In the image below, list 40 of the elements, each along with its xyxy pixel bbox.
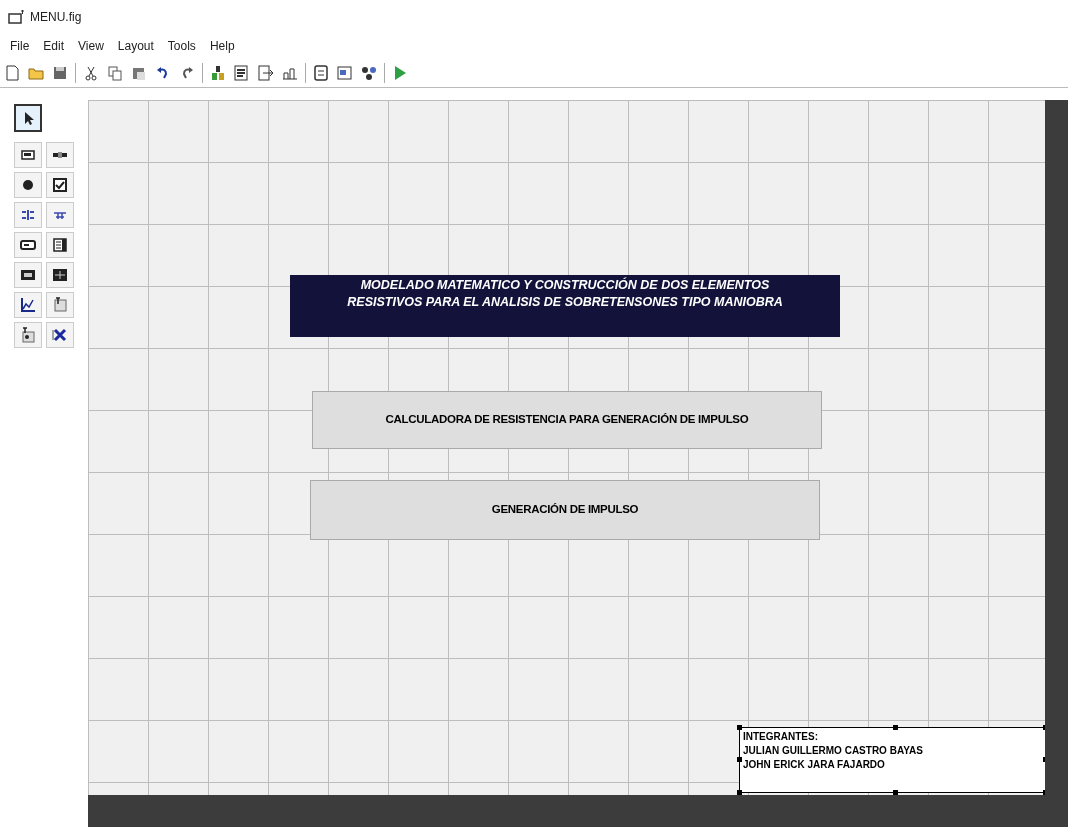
axes-icon [19,296,37,314]
text-label-box[interactable]: INTEGRANTES: JULIAN GUILLERMO CASTRO BAYAS JOHN ERICK JARA FAJARDO [740,728,1045,792]
copy-icon[interactable] [106,63,124,82]
tab-order-icon[interactable] [257,63,275,82]
text-line: JOHN ERICK JARA FAJARDO [743,758,885,772]
push-button[interactable]: GENERACIÓN DE IMPULSO [310,480,820,540]
resize-handle[interactable] [737,725,742,730]
menu-item[interactable]: File [10,37,30,55]
figure-file-icon [8,10,26,24]
menu-editor-icon[interactable] [233,63,251,82]
window-title: MENU.fig [30,9,82,26]
panel-icon [51,296,69,314]
checkbox-icon [51,176,69,194]
menu-item[interactable]: View [78,37,104,55]
button-group-icon [19,326,37,344]
palette-tool-button[interactable] [14,104,42,132]
editor-icon[interactable] [312,63,330,82]
text-line: MODELADO MATEMATICO Y CONSTRUCCIÓN DE DOS ELEMENTOS [360,277,770,294]
text-line: RESISTIVOS PARA EL ANALISIS DE SOBRETENSONES TIPO MANIOBRA [347,294,783,311]
align-icon[interactable] [209,63,227,82]
push-button[interactable]: CALCULADORA DE RESISTENCIA PARA GENERACIÓN DE IMPULSO [312,391,822,449]
text-line: JULIAN GUILLERMO CASTRO BAYAS [743,744,923,758]
inspector-icon[interactable] [336,63,354,82]
menu-item[interactable]: Tools [167,37,196,55]
menu-item[interactable]: Help [209,37,235,55]
layout-canvas[interactable] [88,100,1045,795]
activex-icon [51,326,69,344]
menu-item[interactable]: Edit [43,37,65,55]
resize-handle[interactable] [737,790,742,795]
table-icon [51,266,69,284]
text-line: INTEGRANTES: [743,730,818,744]
new-file-icon[interactable] [3,63,21,82]
button-label: CALCULADORA DE RESISTENCIA PARA GENERACIÓN DE IMPULSO [385,412,749,428]
resize-handle[interactable] [892,725,898,730]
resize-handle[interactable] [737,756,742,762]
static-text-box[interactable]: MODELADO MATEMATICO Y CONSTRUCCIÓN DE DOS ELEMENTOS RESISTIVOS PARA EL ANALISIS DE SOBRETENSONES TIPO MANIOBRA [290,275,840,337]
resize-handle[interactable] [892,790,898,795]
menu-item[interactable]: Layout [117,37,154,55]
button-label: GENERACIÓN DE IMPULSO [491,502,639,518]
listbox-icon [51,236,69,254]
